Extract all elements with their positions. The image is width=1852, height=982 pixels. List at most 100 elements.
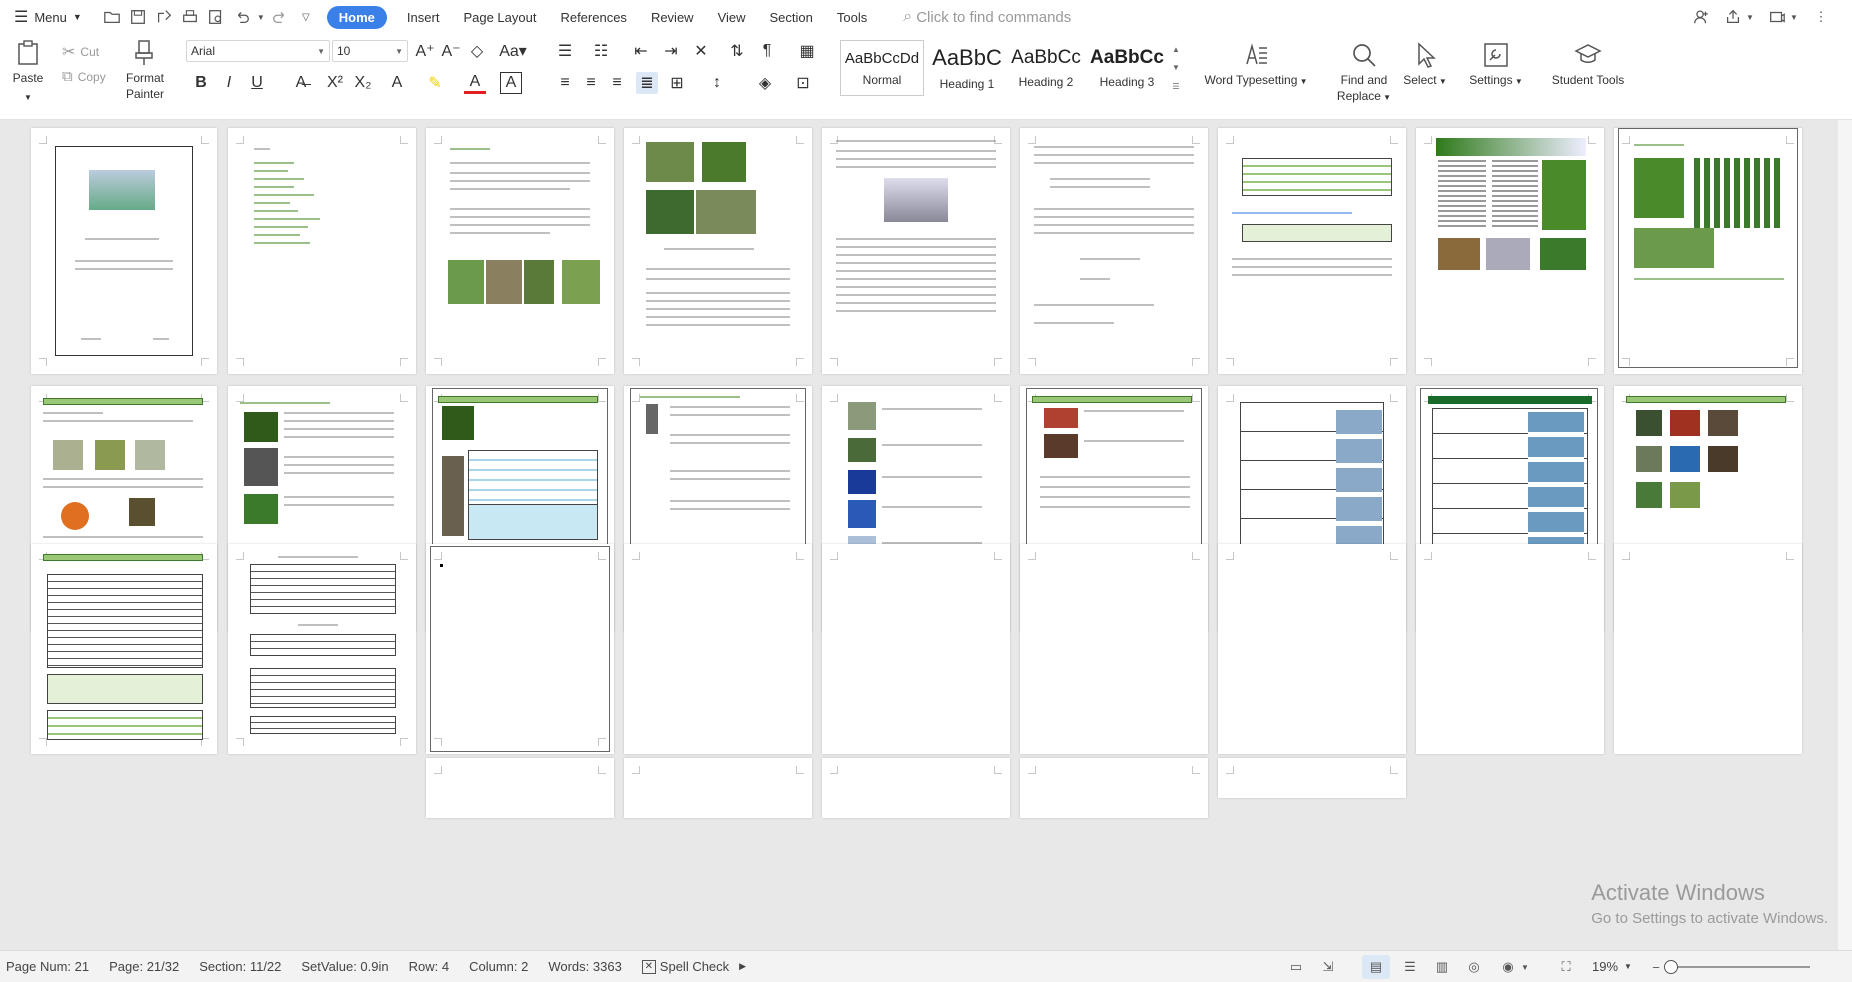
undo-dropdown-icon[interactable]: ▼ [255,6,267,28]
customize-dropdown-icon[interactable]: ▽ [293,6,319,28]
style-normal[interactable]: AaBbCcDd Normal [840,40,924,96]
tab-tools[interactable]: Tools [825,10,879,25]
page-thumbnail[interactable] [822,128,1010,374]
character-border-icon[interactable]: A [500,72,522,94]
collaborate-icon[interactable] [1764,6,1790,28]
styles-scroll[interactable]: ▲ ▼ ☰ [1168,40,1184,96]
borders-icon[interactable]: ⊡ [792,72,814,94]
style-heading-1[interactable]: AaBbC Heading 1 [925,40,1009,96]
align-left-icon[interactable]: ≡ [554,72,576,94]
strikethrough-icon[interactable]: A̶ [290,72,312,94]
tab-section[interactable]: Section [758,10,825,25]
style-heading-2[interactable]: AaBbCc Heading 2 [1004,40,1088,96]
word-typesetting-button[interactable]: Word Typesetting ▼ [1200,40,1312,90]
page-thumbnail[interactable] [228,544,416,754]
cut-button[interactable]: ✂ Cut [62,42,99,62]
line-spacing-icon[interactable]: ↕ [706,72,728,94]
distributed-icon[interactable]: ⊞ [666,72,688,94]
shading-icon[interactable]: ◈ [754,72,776,94]
paste-button[interactable]: Paste ▼ [8,38,48,106]
student-tools-button[interactable]: Student Tools [1540,40,1636,88]
reading-view-icon[interactable]: ▥ [1428,955,1456,979]
web-view-icon[interactable]: ◎ [1460,955,1488,979]
italic-icon[interactable]: I [218,72,240,94]
tab-home[interactable]: Home [326,5,387,29]
decrease-indent-icon[interactable]: ⇤ [630,40,652,62]
clear-format-icon[interactable]: ◇ [466,40,488,62]
export-icon[interactable] [151,6,177,28]
change-case-icon[interactable]: Aa▾ [496,40,530,62]
status-column[interactable]: Column: 2 [459,959,538,974]
status-setvalue[interactable]: SetValue: 0.9in [291,959,398,974]
format-painter-button[interactable]: Format Painter [120,38,170,102]
sort-icon[interactable]: ⇅ [726,40,748,62]
subscript-icon[interactable]: X₂ [352,72,374,94]
style-heading-3[interactable]: AaBbCc Heading 3 [1085,40,1169,96]
select-button[interactable]: Select ▼ [1398,40,1452,90]
chinese-layout-icon[interactable]: ✕ [690,40,712,62]
settings-button[interactable]: Settings ▼ [1464,40,1528,90]
font-size-select[interactable]: 10 ▼ [332,40,408,62]
more-options-icon[interactable]: ⋮ [1808,6,1834,28]
find-replace-button[interactable]: Find and Replace ▼ [1332,40,1396,106]
page-thumbnail[interactable] [624,128,812,374]
page-thumbnail[interactable] [228,128,416,374]
tab-references[interactable]: References [548,10,638,25]
save-icon[interactable] [125,6,151,28]
page-thumbnail[interactable] [1416,544,1604,754]
page-thumbnail[interactable] [1614,544,1802,754]
shrink-font-icon[interactable]: A⁻ [440,40,462,62]
paragraph-mark-icon[interactable]: ¶ [756,40,778,62]
page-thumbnail[interactable] [31,544,217,754]
page-thumbnail[interactable] [624,758,812,818]
status-section[interactable]: Section: 11/22 [189,959,291,974]
print-icon[interactable] [177,6,203,28]
page-thumbnail[interactable] [1614,128,1802,374]
add-user-icon[interactable] [1688,6,1714,28]
menu-button[interactable]: ☰ Menu ▼ [0,7,91,27]
fit-page-icon[interactable]: ⛶ [1552,955,1580,979]
vertical-scrollbar[interactable] [1838,120,1852,950]
grow-font-icon[interactable]: A⁺ [414,40,436,62]
share-dropdown-icon[interactable]: ▼ [1744,6,1756,28]
eye-dropdown-icon[interactable]: ▼ [1518,955,1532,979]
status-page-num[interactable]: Page Num: 21 [0,959,99,974]
redo-icon[interactable] [267,6,293,28]
bold-icon[interactable]: B [190,72,212,94]
justify-icon[interactable]: ≣ [636,72,658,94]
status-words[interactable]: Words: 3363 [538,959,631,974]
outline-view-icon[interactable]: ☰ [1396,955,1424,979]
page-thumbnail[interactable] [1020,758,1208,818]
bullets-icon[interactable]: ☰ [554,40,576,62]
numbering-icon[interactable]: ☷ [590,40,612,62]
highlight-icon[interactable]: ✎ [424,72,446,94]
doc-protect-icon[interactable]: ▭ [1282,955,1310,979]
table-tool-icon[interactable]: ▦ [796,40,818,62]
align-center-icon[interactable]: ≡ [580,72,602,94]
increase-indent-icon[interactable]: ⇥ [660,40,682,62]
align-right-icon[interactable]: ≡ [606,72,628,94]
tab-page-layout[interactable]: Page Layout [451,10,548,25]
page-thumbnail[interactable] [426,544,614,754]
page-thumbnail[interactable] [822,544,1010,754]
zoom-slider-thumb[interactable] [1664,960,1678,974]
status-row[interactable]: Row: 4 [399,959,459,974]
text-effect-icon[interactable]: A [386,72,408,94]
zoom-slider[interactable] [1664,960,1810,974]
page-thumbnail[interactable] [1218,758,1406,798]
tab-view[interactable]: View [706,10,758,25]
page-thumbnail[interactable] [426,758,614,818]
status-page[interactable]: Page: 21/32 [99,959,189,974]
tab-review[interactable]: Review [639,10,706,25]
page-thumbnail[interactable] [624,544,812,754]
open-folder-icon[interactable] [99,6,125,28]
page-thumbnail[interactable] [426,128,614,374]
page-thumbnail[interactable] [31,128,217,374]
page-thumbnail[interactable] [822,758,1010,818]
undo-icon[interactable] [229,6,255,28]
superscript-icon[interactable]: X² [324,72,346,94]
font-color-icon[interactable]: A [464,72,486,94]
collaborate-dropdown-icon[interactable]: ▼ [1788,6,1800,28]
zoom-level[interactable]: 19% ▼ [1582,959,1642,974]
export-pdf-icon[interactable]: ⇲ [1314,955,1342,979]
